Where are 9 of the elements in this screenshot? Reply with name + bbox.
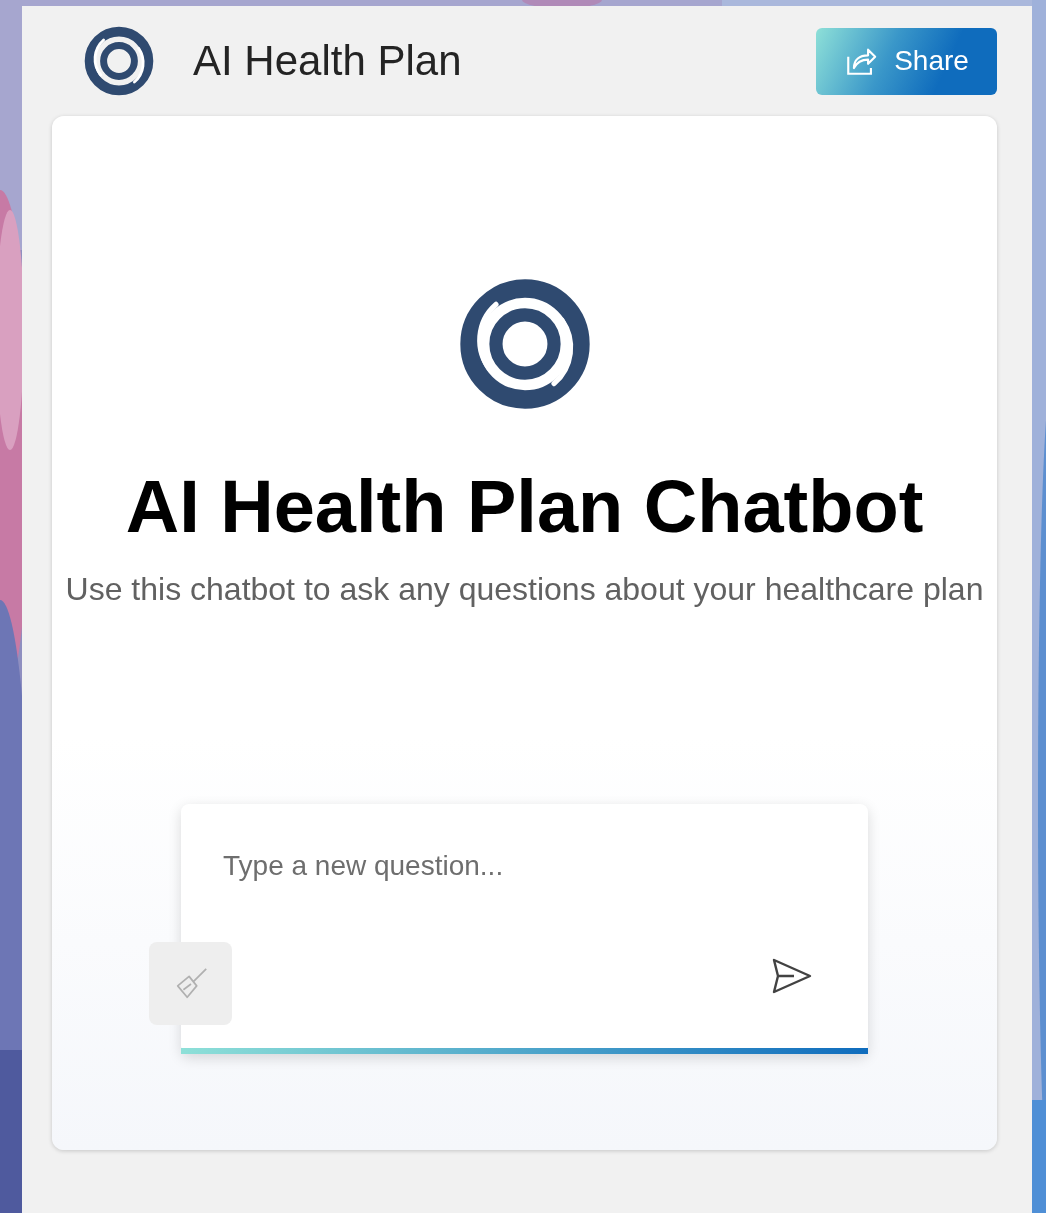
logo-icon [458,278,591,410]
send-icon [772,956,812,996]
chat-title: AI Health Plan Chatbot [125,464,924,549]
logo-icon [84,26,154,96]
chat-subtitle: Use this chatbot to ask any questions about your healthcare plan [65,571,984,608]
question-field[interactable]: Type a new question... [221,848,805,962]
app-title: AI Health Plan [193,37,462,85]
share-button[interactable]: Share [816,27,997,95]
chat-input-box[interactable]: Type a new question... [181,804,868,1054]
